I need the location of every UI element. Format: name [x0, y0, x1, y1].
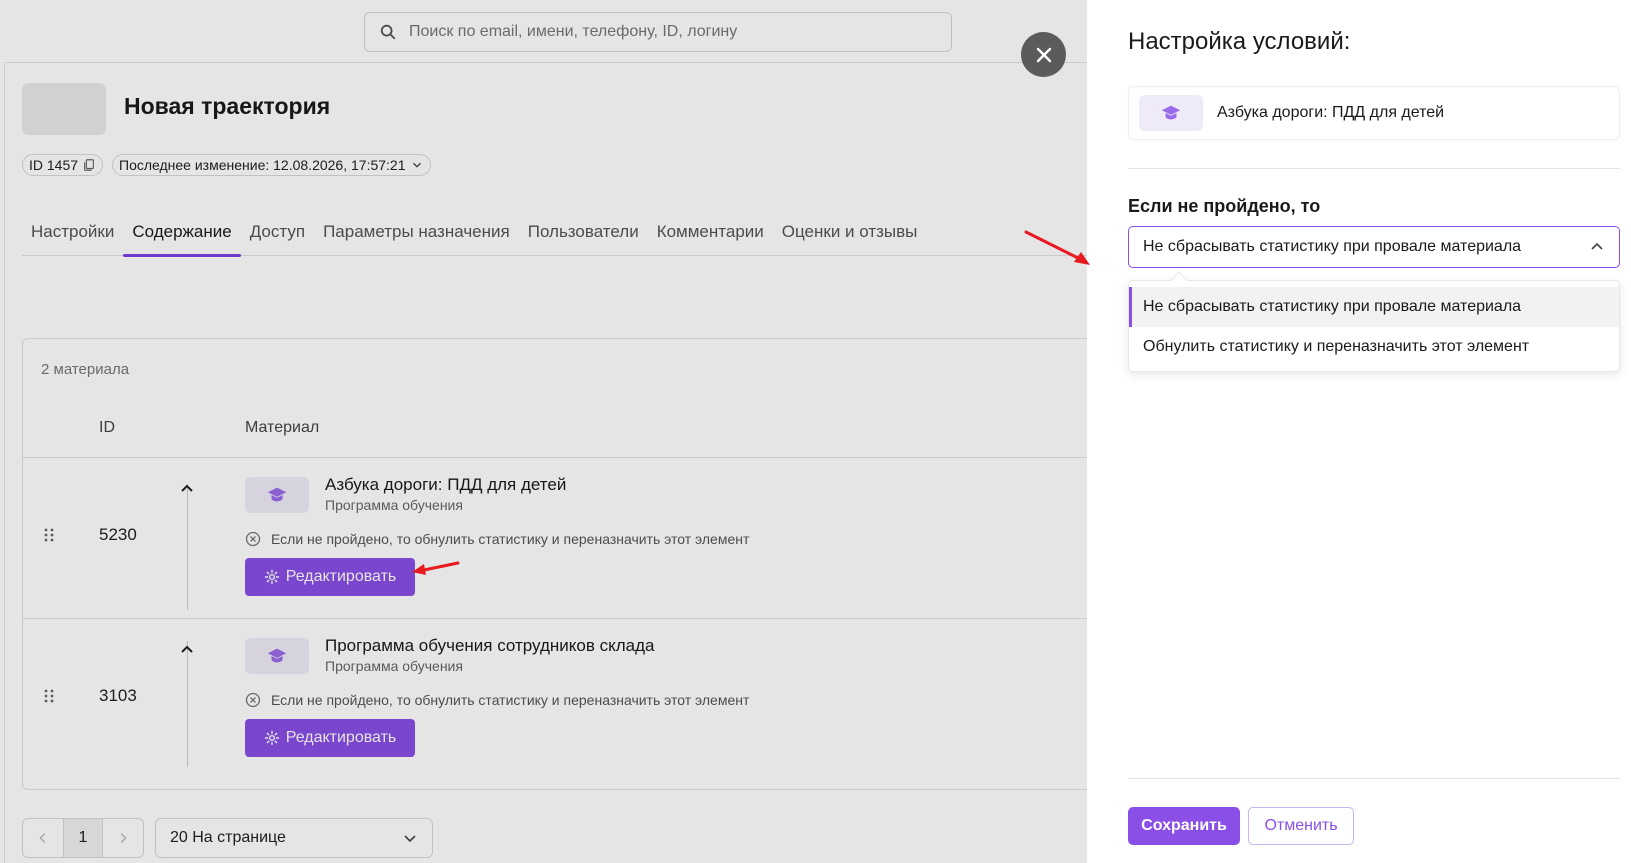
close-panel-button[interactable] [1021, 32, 1066, 77]
save-button[interactable]: Сохранить [1128, 807, 1240, 845]
panel-material-card: Азбука дороги: ПДД для детей [1128, 86, 1620, 140]
dropdown-option-no-reset[interactable]: Не сбрасывать статистику при провале мат… [1129, 287, 1619, 327]
dropdown-caret [1170, 271, 1188, 289]
close-icon [1036, 47, 1051, 62]
field-label: Если не пройдено, то [1128, 196, 1321, 216]
panel-material-name: Азбука дороги: ПДД для детей [1217, 104, 1445, 121]
panel-title: Настройка условий: [1128, 28, 1351, 55]
annotation-arrow [412, 561, 460, 575]
annotation-arrow [1024, 230, 1090, 265]
dropdown-option-reset-reassign[interactable]: Обнулить статистику и переназначить этот… [1129, 327, 1619, 367]
condition-select[interactable]: Не сбрасывать статистику при провале мат… [1128, 226, 1620, 268]
panel-footer-divider [1128, 778, 1620, 779]
chevron-up-icon [1591, 242, 1603, 250]
condition-select-value: Не сбрасывать статистику при провале мат… [1143, 238, 1522, 255]
conditions-panel: Настройка условий: Азбука дороги: ПДД дл… [1092, 0, 1631, 863]
cancel-button[interactable]: Отменить [1248, 807, 1354, 845]
graduation-cap-icon [1161, 105, 1181, 120]
modal-backdrop[interactable] [0, 0, 1087, 863]
material-icon [1139, 95, 1203, 131]
panel-divider [1128, 168, 1620, 169]
condition-dropdown-menu: Не сбрасывать статистику при провале мат… [1128, 271, 1620, 372]
